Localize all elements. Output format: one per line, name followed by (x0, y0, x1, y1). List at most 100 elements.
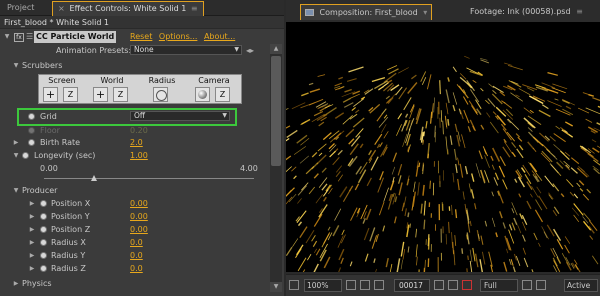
layer-path: First_blood * White Solid 1 (0, 16, 284, 29)
stopwatch-icon (28, 127, 35, 134)
tab-footage[interactable]: Footage: Ink (00058).psd ≡ (466, 4, 587, 20)
longevity-slider-range: 0.00 4.00 (0, 163, 270, 174)
scrubber-screen: Screen + Z (39, 76, 85, 104)
longevity-slider-thumb[interactable] (91, 175, 97, 181)
animation-presets-dropdown[interactable]: None ▼ (130, 45, 242, 55)
producer-radius-x-row: ▶ Radius X 0.0 (28, 237, 143, 248)
scrubbers-row: ▼ Scrubbers (12, 60, 63, 71)
transparency-grid-icon[interactable] (536, 280, 546, 290)
safe-zones-icon[interactable] (346, 280, 356, 290)
region-of-interest-icon[interactable] (522, 280, 532, 290)
camera-view-dropdown[interactable]: Active (564, 279, 598, 292)
stopwatch-icon[interactable] (28, 139, 35, 146)
left-tab-bar: Project × Effect Controls: White Solid 1… (0, 0, 284, 16)
close-icon[interactable]: × (58, 2, 67, 16)
slider-min-label: 0.00 (40, 164, 58, 173)
particle-render (286, 55, 600, 272)
disclosure-triangle-icon[interactable]: ▶ (12, 137, 20, 148)
composition-viewer[interactable] (286, 22, 600, 272)
birth-rate-value[interactable]: 2.0 (130, 137, 143, 148)
radius-scrubber[interactable] (153, 87, 168, 102)
fx-toggle[interactable]: fx (14, 33, 24, 42)
producer-position-x-row: ▶ Position X 0.00 (28, 198, 148, 209)
tab-project[interactable]: Project (2, 1, 39, 16)
stopwatch-icon[interactable] (40, 200, 47, 207)
producer-position-z-row: ▶ Position Z 0.00 (28, 224, 148, 235)
birth-rate-row: ▶ Birth Rate 2.0 (12, 137, 143, 148)
stopwatch-icon[interactable] (22, 152, 29, 159)
chevron-down-icon[interactable]: ▾ (423, 8, 427, 17)
disclosure-triangle-icon[interactable]: ▶ (28, 211, 36, 222)
world-xy-scrubber[interactable]: + (93, 87, 108, 102)
stopwatch-icon[interactable] (40, 213, 47, 220)
grid-toggle-icon[interactable] (360, 280, 370, 290)
stopwatch-icon[interactable] (28, 113, 35, 120)
composition-icon (305, 9, 314, 16)
disclosure-triangle-icon[interactable]: ▼ (3, 33, 11, 40)
disclosure-triangle-icon[interactable]: ▶ (28, 224, 36, 235)
scroll-thumb[interactable] (271, 56, 281, 166)
disclosure-triangle-icon[interactable]: ▼ (12, 185, 20, 196)
panel-menu-icon[interactable]: ≡ (576, 7, 583, 16)
reset-link[interactable]: Reset (130, 32, 152, 41)
scrubber-world: World + Z (89, 76, 135, 104)
disclosure-triangle-icon[interactable]: ▶ (12, 278, 20, 289)
longevity-slider-track[interactable] (44, 178, 254, 179)
disclosure-triangle-icon[interactable]: ▼ (12, 60, 20, 71)
screen-z-scrubber[interactable]: Z (63, 87, 78, 102)
screen-xy-scrubber[interactable]: + (43, 87, 58, 102)
effect-name[interactable]: CC Particle World (34, 31, 117, 43)
panel-menu-icon[interactable]: ≡ (191, 2, 198, 16)
producer-radius-y-row: ▶ Radius Y 0.0 (28, 250, 143, 261)
scrollbar[interactable]: ▲ ▼ (270, 44, 282, 292)
snapshot-icon[interactable] (434, 280, 444, 290)
physics-row: ▶ Physics (12, 278, 52, 289)
right-tab-bar: Composition: First_blood ▾ Footage: Ink … (286, 0, 600, 22)
disclosure-triangle-icon[interactable]: ▶ (28, 250, 36, 261)
animation-presets-row: Animation Presets: None ▼ ◂▸ (56, 45, 255, 56)
stopwatch-icon[interactable] (40, 265, 47, 272)
scroll-down-icon[interactable]: ▼ (270, 282, 282, 292)
reset-icon: ☰ (26, 32, 34, 41)
disclosure-triangle-icon[interactable]: ▶ (28, 198, 36, 209)
zoom-dropdown[interactable]: 100% (304, 279, 342, 292)
grid-row: Grid Off ▼ (0, 111, 270, 122)
scrubbers-box: Screen + Z World + Z Radius Camera Z (38, 74, 242, 104)
stopwatch-icon[interactable] (40, 252, 47, 259)
chevron-down-icon: ▼ (222, 112, 227, 119)
about-link[interactable]: About... (204, 32, 235, 41)
options-link[interactable]: Options... (159, 32, 198, 41)
preset-nav-icon[interactable]: ◂▸ (246, 45, 254, 56)
timecode-field[interactable]: 00017 (394, 279, 430, 292)
chevron-down-icon: ▼ (234, 46, 239, 53)
stopwatch-icon[interactable] (40, 239, 47, 246)
camera-z-scrubber[interactable]: Z (215, 87, 230, 102)
slider-max-label: 4.00 (240, 164, 258, 173)
camera-icon[interactable] (195, 87, 210, 102)
disclosure-triangle-icon[interactable]: ▼ (12, 150, 20, 161)
producer-position-y-row: ▶ Position Y 0.00 (28, 211, 148, 222)
composition-panel: Composition: First_blood ▾ Footage: Ink … (286, 0, 600, 296)
disclosure-triangle-icon[interactable]: ▶ (28, 263, 36, 274)
always-preview-icon[interactable] (289, 280, 299, 290)
producer-row: ▼ Producer (12, 185, 58, 196)
longevity-value[interactable]: 1.00 (130, 150, 148, 161)
effect-controls-panel: Project × Effect Controls: White Solid 1… (0, 0, 284, 296)
tab-effect-controls[interactable]: × Effect Controls: White Solid 1 ≡ (52, 1, 204, 16)
world-z-scrubber[interactable]: Z (113, 87, 128, 102)
mask-toggle-icon[interactable] (374, 280, 384, 290)
show-snapshot-icon[interactable] (448, 280, 458, 290)
tab-composition[interactable]: Composition: First_blood ▾ (300, 4, 433, 20)
scroll-up-icon[interactable]: ▲ (270, 44, 282, 54)
scrubber-camera: Camera Z (189, 76, 239, 104)
longevity-row: ▼ Longevity (sec) 1.00 (12, 150, 148, 161)
producer-radius-z-row: ▶ Radius Z 0.0 (28, 263, 143, 274)
viewer-toolbar: 100% 00017 Full Active (286, 274, 600, 296)
effect-links: Reset Options... About... (130, 31, 239, 43)
channel-icon[interactable] (462, 280, 472, 290)
stopwatch-icon[interactable] (40, 226, 47, 233)
disclosure-triangle-icon[interactable]: ▶ (28, 237, 36, 248)
grid-dropdown[interactable]: Off ▼ (130, 111, 230, 121)
resolution-dropdown[interactable]: Full (480, 279, 518, 292)
floor-row: Floor 0.20 (0, 125, 270, 136)
